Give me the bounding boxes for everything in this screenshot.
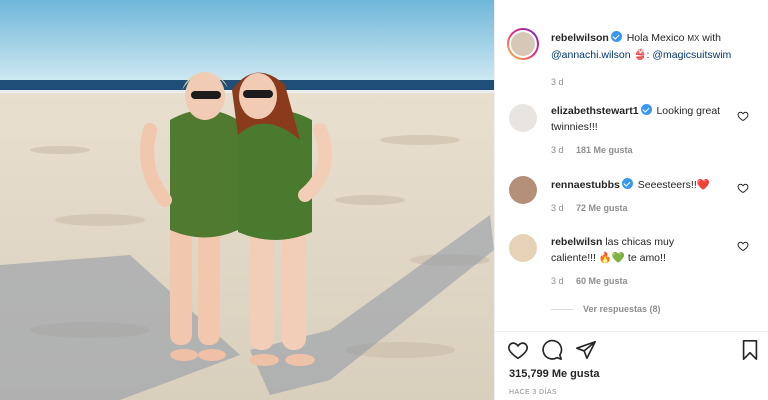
comment-3: rebelwilsn las chicas muy caliente!!! 🔥💚… [551,234,731,286]
author-avatar[interactable] [507,28,539,60]
comment-3-time[interactable]: 3 d [551,276,564,286]
verified-badge-icon [621,178,633,189]
view-replies-button[interactable]: Ver respuestas (8) [551,304,661,314]
comment-1: elizabethstewart1 Looking great twinnies… [551,103,731,155]
caption-text-3: 👙: [630,49,653,61]
author-username[interactable]: rebelwilson [551,32,609,44]
comment-2-likes[interactable]: 72 Me gusta [576,203,628,213]
comment-3-username[interactable]: rebelwilsn [551,236,602,248]
post-caption: rebelwilson Hola Mexico MX with @annachi… [551,30,756,87]
share-paper-plane-icon[interactable] [575,339,597,361]
comment-2: rennaestubbs Seeesteers!!❤️ 3 d 72 Me gu… [551,177,731,213]
comment-2-username[interactable]: rennaestubbs [551,179,620,191]
caption-text-2: with [699,32,721,44]
like-heart-icon[interactable] [507,339,529,361]
mention-magicsuitswim[interactable]: @magicsuitswim [652,49,731,61]
comment-3-likes[interactable]: 60 Me gusta [576,276,628,286]
like-comment-2-heart-icon[interactable] [737,182,749,194]
caption-flag: MX [687,34,700,43]
actions-divider [495,331,768,332]
beach-photo [0,0,494,400]
commenter-avatar-1[interactable] [509,104,537,132]
save-bookmark-icon[interactable] [739,339,761,361]
commenter-avatar-3[interactable] [509,234,537,262]
verified-badge-icon [640,104,652,115]
post-date[interactable]: HACE 3 DÍAS [509,389,557,396]
comment-2-text: Seeesteers!!❤️ [637,179,710,191]
comment-bubble-icon[interactable] [541,339,563,361]
view-replies-label: Ver respuestas (8) [583,304,661,314]
replies-divider-line [551,309,573,311]
author-avatar-image [509,30,537,58]
mention-annachi[interactable]: @annachi.wilson [551,49,631,61]
comment-1-likes[interactable]: 181 Me gusta [576,145,633,155]
comment-1-time[interactable]: 3 d [551,145,564,155]
verified-badge-icon [610,31,622,42]
like-comment-3-heart-icon[interactable] [737,240,749,252]
post-panel: rebelwilson Hola Mexico MX with @annachi… [494,0,768,400]
post-likes-count[interactable]: 315,799 Me gusta [509,368,600,380]
post-time[interactable]: 3 d [551,77,756,87]
post-photo[interactable] [0,0,494,400]
commenter-avatar-2[interactable] [509,176,537,204]
caption-text-1: Hola Mexico [626,32,688,44]
comment-2-time[interactable]: 3 d [551,203,564,213]
comment-1-username[interactable]: elizabethstewart1 [551,105,639,117]
like-comment-1-heart-icon[interactable] [737,110,749,122]
